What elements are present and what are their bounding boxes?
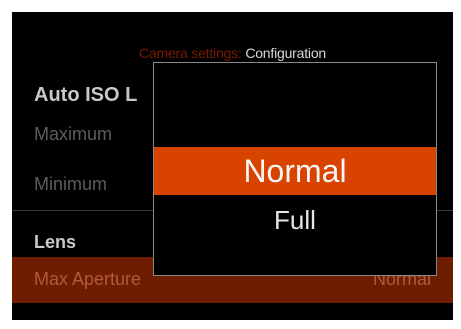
max-aperture-label: Max Aperture (34, 269, 142, 289)
aperture-options-popup: Normal Full (153, 62, 437, 276)
camera-settings-screen: Camera settings: Configuration Auto ISO … (12, 12, 453, 320)
section-title-auto-iso: Auto ISO L (34, 84, 138, 106)
header-prefix: Camera settings: (138, 45, 242, 61)
option-normal[interactable]: Normal (154, 147, 436, 195)
header-title: Configuration (245, 45, 326, 61)
menu-item-maximum[interactable]: Maximum (34, 124, 112, 145)
menu-item-minimum[interactable]: Minimum (34, 174, 107, 195)
option-full[interactable]: Full (154, 204, 436, 236)
section-title-lens: Lens (34, 232, 77, 252)
screen-header: Camera settings: Configuration (12, 45, 453, 61)
